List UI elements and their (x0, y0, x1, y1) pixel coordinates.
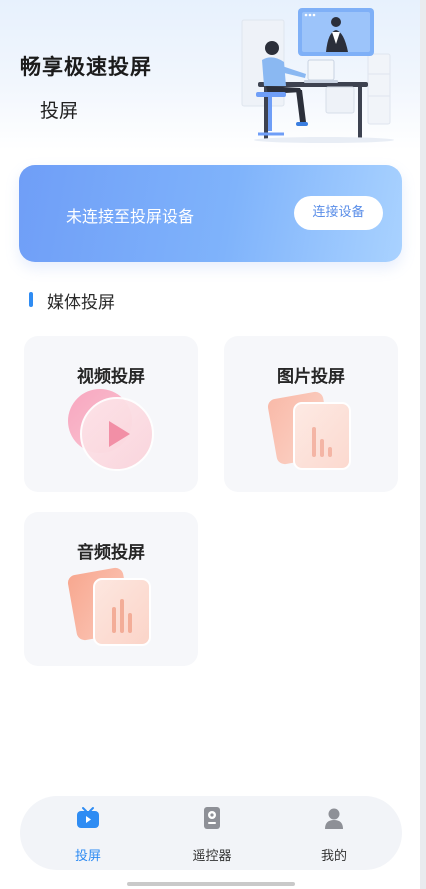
audio-chart-icon (67, 567, 151, 646)
connection-status-text: 未连接至投屏设备 (66, 207, 195, 226)
image-chart-icon (267, 391, 351, 470)
tab-cast[interactable]: 投屏 (43, 796, 133, 870)
tab-label: 遥控器 (192, 849, 232, 864)
remote-icon (204, 807, 220, 829)
section-title: 媒体投屏 (47, 293, 115, 313)
header: 畅享极速投屏 投屏 (0, 0, 420, 150)
section-accent-bar (29, 292, 33, 307)
connect-device-button[interactable]: 连接设备 (294, 196, 383, 230)
screen-edge (420, 0, 426, 889)
user-icon (325, 808, 343, 829)
tab-mine[interactable]: 我的 (289, 796, 379, 870)
tab-label: 我的 (320, 849, 347, 864)
video-play-icon (68, 389, 154, 471)
bottom-navigation: 投屏 遥控器 我的 (20, 796, 402, 870)
video-cast-card[interactable]: 视频投屏 (24, 336, 198, 492)
page-subtitle: 投屏 (40, 100, 79, 122)
home-indicator (127, 882, 295, 886)
tab-remote[interactable]: 遥控器 (167, 796, 257, 870)
tv-icon (77, 807, 99, 828)
app-title: 畅享极速投屏 (20, 55, 152, 79)
tab-label: 投屏 (74, 849, 101, 864)
connection-banner: 未连接至投屏设备 连接设备 (19, 165, 402, 262)
home-screen: 畅享极速投屏 投屏 未连接至投屏设备 连接设备 媒体投屏 视频投屏 图片投屏 音… (0, 0, 420, 889)
audio-cast-card[interactable]: 音频投屏 (24, 512, 198, 666)
photo-cast-card[interactable]: 图片投屏 (224, 336, 398, 492)
person-at-desk-video-call-illustration (241, 8, 394, 143)
